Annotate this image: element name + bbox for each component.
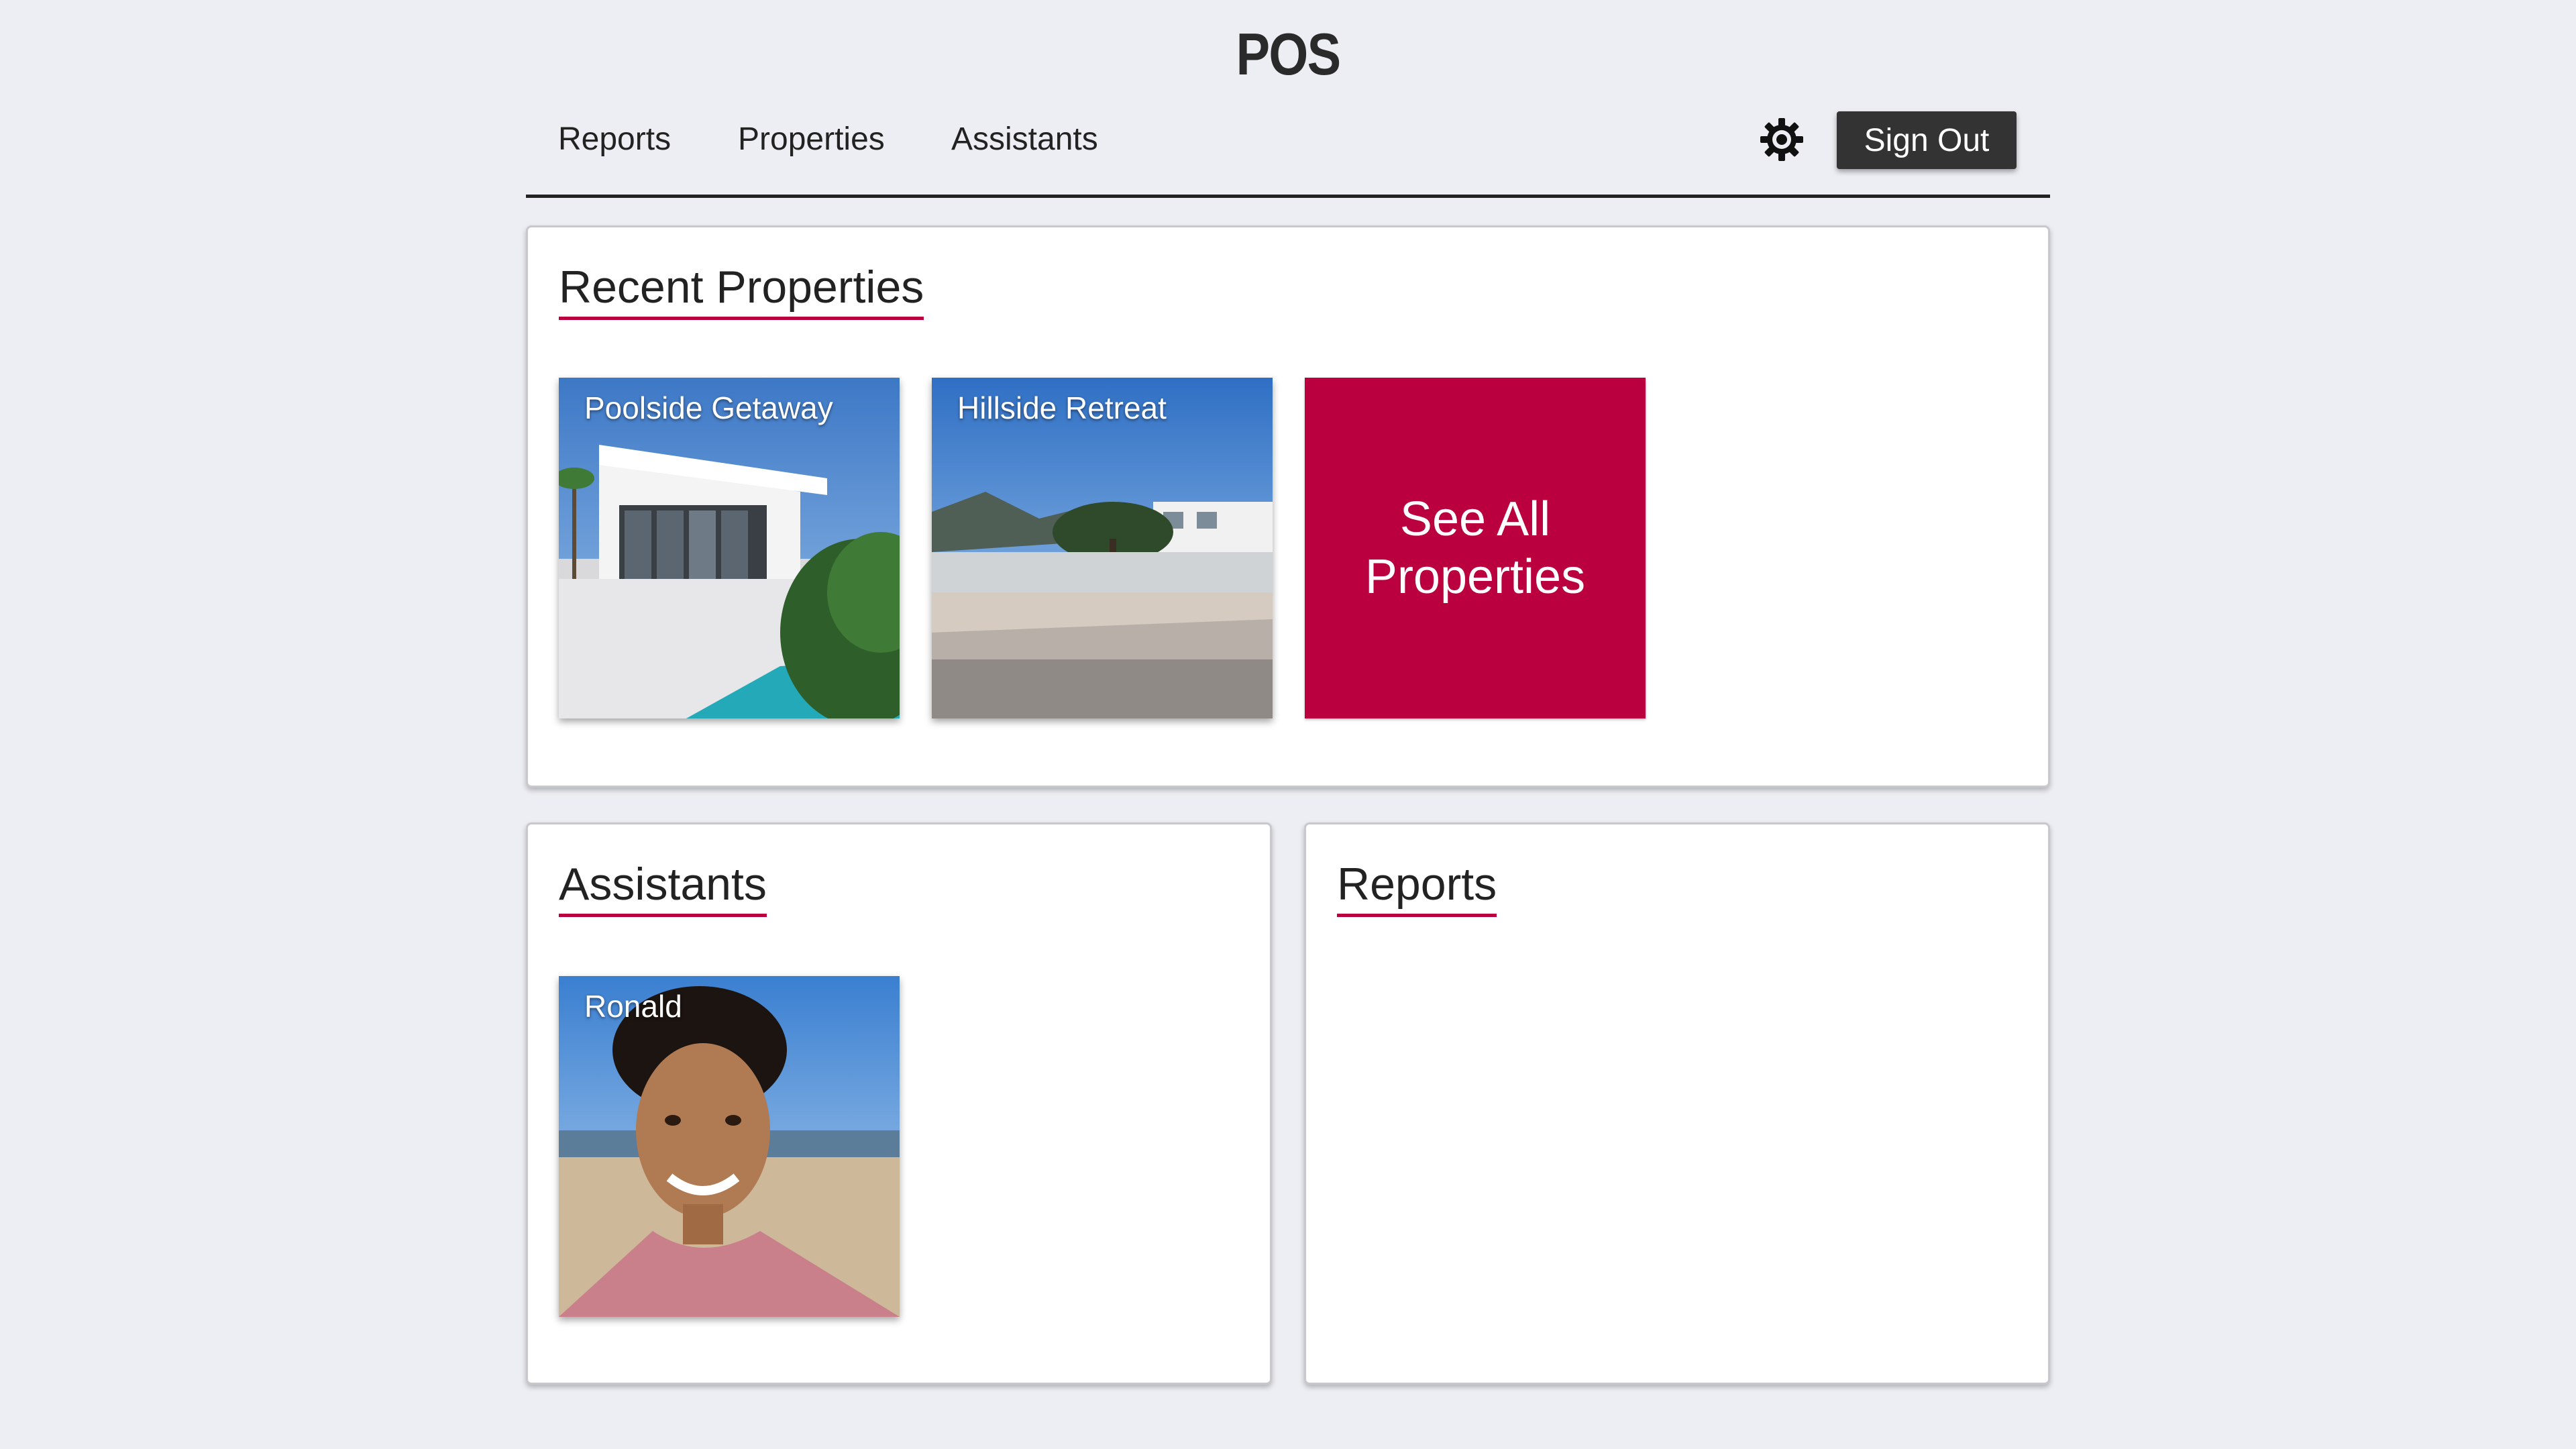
hillside-retreat-image [932, 378, 1273, 718]
assistants-title: Assistants [559, 859, 767, 917]
app-title: POS [1236, 21, 1341, 87]
assistant-name: Ronald [584, 989, 682, 1024]
reports-title: Reports [1337, 859, 1497, 917]
property-name: Poolside Getaway [584, 390, 833, 425]
reports-card: Reports [1304, 822, 2050, 1385]
see-all-properties-button[interactable]: See All Properties [1305, 378, 1646, 718]
top-nav: Reports Properties Assistants Sign Out [526, 101, 2050, 198]
nav-link-reports[interactable]: Reports [558, 121, 671, 158]
property-name: Hillside Retreat [957, 390, 1167, 425]
nav-link-properties[interactable]: Properties [738, 121, 885, 158]
assistants-card: Assistants Ronald [526, 822, 1272, 1385]
poolside-getaway-image [559, 378, 900, 718]
see-all-properties-label: See All Properties [1364, 492, 1586, 604]
recent-properties-title: Recent Properties [559, 262, 924, 320]
gear-icon[interactable] [1758, 115, 1806, 164]
assistant-tile-ronald[interactable]: Ronald [559, 976, 900, 1317]
sign-out-button[interactable]: Sign Out [1837, 111, 2017, 169]
nav-link-assistants[interactable]: Assistants [951, 121, 1098, 158]
recent-properties-card: Recent Properties Poolside Getaway Hills… [526, 225, 2050, 788]
property-tile-poolside-getaway[interactable]: Poolside Getaway [559, 378, 900, 718]
ronald-avatar-image [559, 976, 900, 1317]
property-tile-hillside-retreat[interactable]: Hillside Retreat [932, 378, 1273, 718]
